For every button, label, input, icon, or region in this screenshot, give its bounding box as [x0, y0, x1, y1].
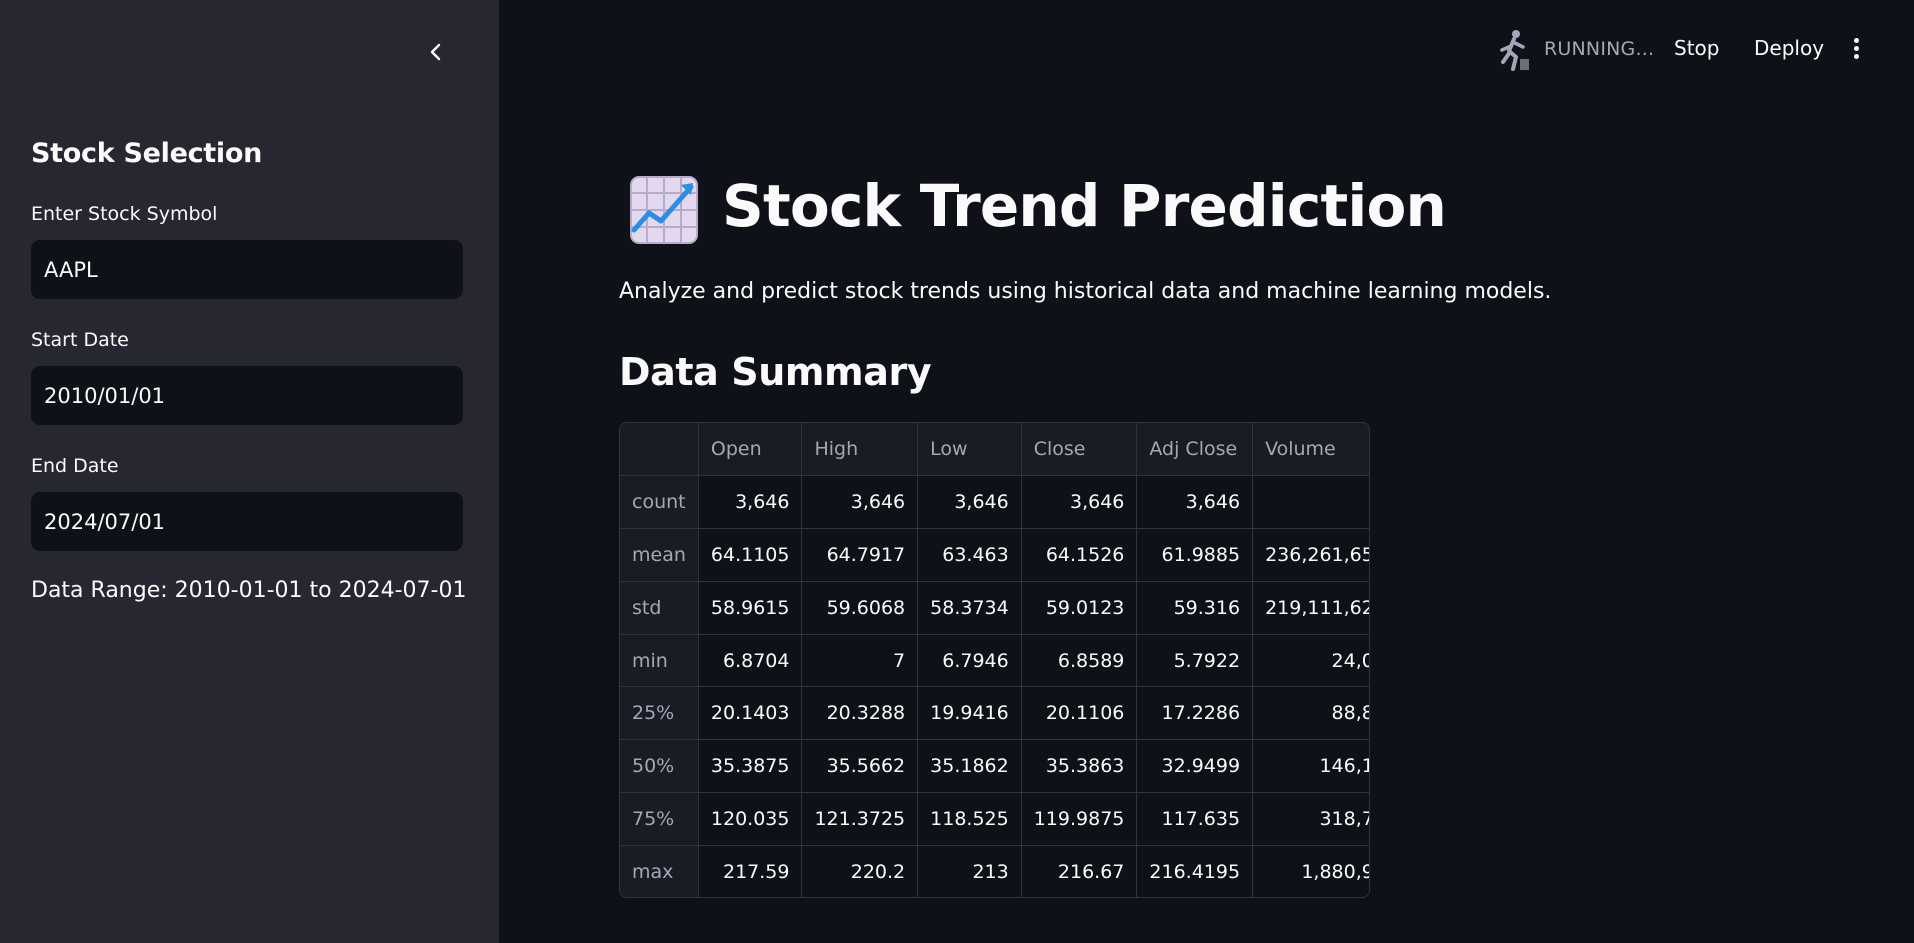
column-header[interactable]: Low [917, 423, 1022, 477]
table-cell[interactable]: 120.035 [698, 792, 803, 846]
start-date-label: Start Date [31, 329, 129, 351]
kebab-menu-icon[interactable] [1851, 38, 1861, 62]
table-row: 75% 120.035 121.3725 118.525 119.9875 117.635… [620, 792, 1369, 846]
row-header[interactable]: std [620, 581, 699, 635]
stock-symbol-label: Enter Stock Symbol [31, 203, 218, 225]
table-row: 50% 35.3875 35.5662 35.1862 35.3863 32.9499 14… [620, 739, 1369, 794]
table-cell[interactable]: 32.9499 [1136, 739, 1254, 794]
table-cell[interactable]: 6.7946 [917, 634, 1022, 688]
table-cell[interactable]: 119.9875 [1021, 792, 1138, 846]
table-cell[interactable]: 5.7922 [1136, 634, 1254, 688]
chevron-left-icon [430, 43, 441, 61]
table-cell[interactable]: 3,646 [698, 475, 803, 530]
table-cell[interactable]: 17.2286 [1136, 686, 1254, 741]
table-cell[interactable]: 20.1403 [698, 686, 803, 741]
table-cell[interactable]: 216.67 [1021, 845, 1138, 897]
table-cell[interactable]: 3,646 [1136, 475, 1254, 530]
table-cell[interactable]: 117.635 [1136, 792, 1254, 846]
table-cell[interactable]: 6.8704 [698, 634, 803, 688]
end-date-input[interactable] [31, 492, 463, 551]
column-header[interactable]: Volume [1252, 423, 1369, 477]
row-header[interactable]: mean [620, 528, 699, 582]
table-cell[interactable]: 61.9885 [1136, 528, 1254, 582]
table-cell[interactable]: 7 [801, 634, 919, 688]
table-cell[interactable]: 121.3725 [801, 792, 919, 846]
table-row: min6.870476.79466.85895.792224,048,300 [620, 634, 1369, 688]
table-cell[interactable]: 20.3288 [801, 686, 919, 741]
table-cell[interactable]: 64.1105 [698, 528, 803, 582]
row-header[interactable]: 50% [620, 739, 699, 794]
table-row: max217.59220.2213216.67216.41951,880,998… [620, 845, 1369, 897]
table-cell[interactable]: 213 [917, 845, 1022, 897]
chart-increasing-icon [630, 176, 698, 244]
table-cell[interactable]: 3,646 [1021, 475, 1138, 530]
column-header[interactable]: Close [1021, 423, 1138, 477]
table-cell[interactable]: 3,646 [1252, 475, 1369, 530]
end-date-label: End Date [31, 455, 119, 477]
table-cell[interactable]: 58.9615 [698, 581, 803, 635]
column-header[interactable]: High [801, 423, 919, 477]
table-cell[interactable]: 59.0123 [1021, 581, 1138, 635]
table-cell[interactable]: 318,749,200 [1252, 792, 1369, 846]
table-cell[interactable]: 63.463 [917, 528, 1022, 582]
table-cell[interactable]: 220.2 [801, 845, 919, 897]
collapse-sidebar-button[interactable] [420, 36, 452, 68]
table-cell[interactable]: 236,261,653.6753 [1252, 528, 1369, 582]
table-cell[interactable]: 146,118,800 [1252, 739, 1369, 794]
table-row: 25% 20.1403 20.3288 19.9416 20.1106 17.2286 88… [620, 686, 1369, 741]
table-cell[interactable]: 64.7917 [801, 528, 919, 582]
table-cell[interactable]: 35.5662 [801, 739, 919, 794]
row-header[interactable]: max [620, 845, 699, 897]
table-cell[interactable]: 6.8589 [1021, 634, 1138, 688]
row-header[interactable]: 75% [620, 792, 699, 846]
data-summary-heading: Data Summary [619, 350, 932, 394]
column-header [620, 423, 699, 477]
table-cell[interactable]: 216.4195 [1136, 845, 1254, 897]
stock-symbol-input[interactable] [31, 240, 463, 299]
table-cell[interactable]: 20.1106 [1021, 686, 1138, 741]
table-cell[interactable]: 3,646 [801, 475, 919, 530]
table-cell[interactable]: 35.3875 [698, 739, 803, 794]
table-cell[interactable]: 59.6068 [801, 581, 919, 635]
table-cell[interactable]: 1,880,998,000 [1253, 845, 1369, 897]
table-cell[interactable]: 35.3863 [1021, 739, 1138, 794]
app: Stock Selection Enter Stock Symbol Start… [0, 0, 1914, 943]
table-cell[interactable]: 118.525 [917, 792, 1022, 846]
page-subtitle: Analyze and predict stock trends using h… [619, 279, 1552, 304]
table-cell[interactable]: 59.316 [1136, 581, 1254, 635]
table-row: count3,6463,6463,6463,6463,6463,646 [620, 475, 1369, 530]
table-header-row: Open High Low Close Adj Close Volume [620, 423, 1369, 477]
start-date-input[interactable] [31, 366, 463, 425]
table-cell[interactable]: 3,646 [917, 475, 1022, 530]
data-range-text: Data Range: 2010-01-01 to 2024-07-01 [31, 578, 467, 603]
column-header[interactable]: Adj Close [1136, 423, 1254, 477]
table-cell[interactable]: 24,048,300 [1252, 634, 1369, 688]
stop-button[interactable]: Stop [1674, 36, 1719, 60]
table-cell[interactable]: 88,809,950 [1252, 686, 1369, 741]
table-cell[interactable]: 219,111,624.0699 [1252, 581, 1369, 635]
data-summary-table[interactable]: Open High Low Close Adj Close Volume cou… [619, 422, 1370, 898]
column-header[interactable]: Open [698, 423, 803, 477]
page-title: Stock Trend Prediction [722, 172, 1447, 240]
deploy-button[interactable]: Deploy [1754, 36, 1824, 60]
table-cell[interactable]: 35.1862 [917, 739, 1022, 794]
table-cell[interactable]: 19.9416 [917, 686, 1022, 741]
sidebar-title: Stock Selection [31, 138, 263, 169]
table-cell[interactable]: 217.59 [698, 845, 803, 897]
sidebar: Stock Selection Enter Stock Symbol Start… [0, 0, 499, 943]
table-row: mean 64.1105 64.7917 63.463 64.1526 61.9885 23… [620, 528, 1369, 582]
running-status-text: RUNNING... [1544, 38, 1655, 60]
table-row: std 58.9615 59.6068 58.3734 59.0123 59.316 219… [620, 581, 1369, 635]
row-header[interactable]: count [620, 475, 699, 530]
header-toolbar: RUNNING... Stop Deploy [499, 0, 1914, 100]
table-cell[interactable]: 58.3734 [917, 581, 1022, 635]
running-man-icon [1500, 30, 1529, 71]
table-cell[interactable]: 64.1526 [1021, 528, 1138, 582]
row-header[interactable]: 25% [620, 686, 699, 741]
row-header[interactable]: min [620, 634, 699, 688]
